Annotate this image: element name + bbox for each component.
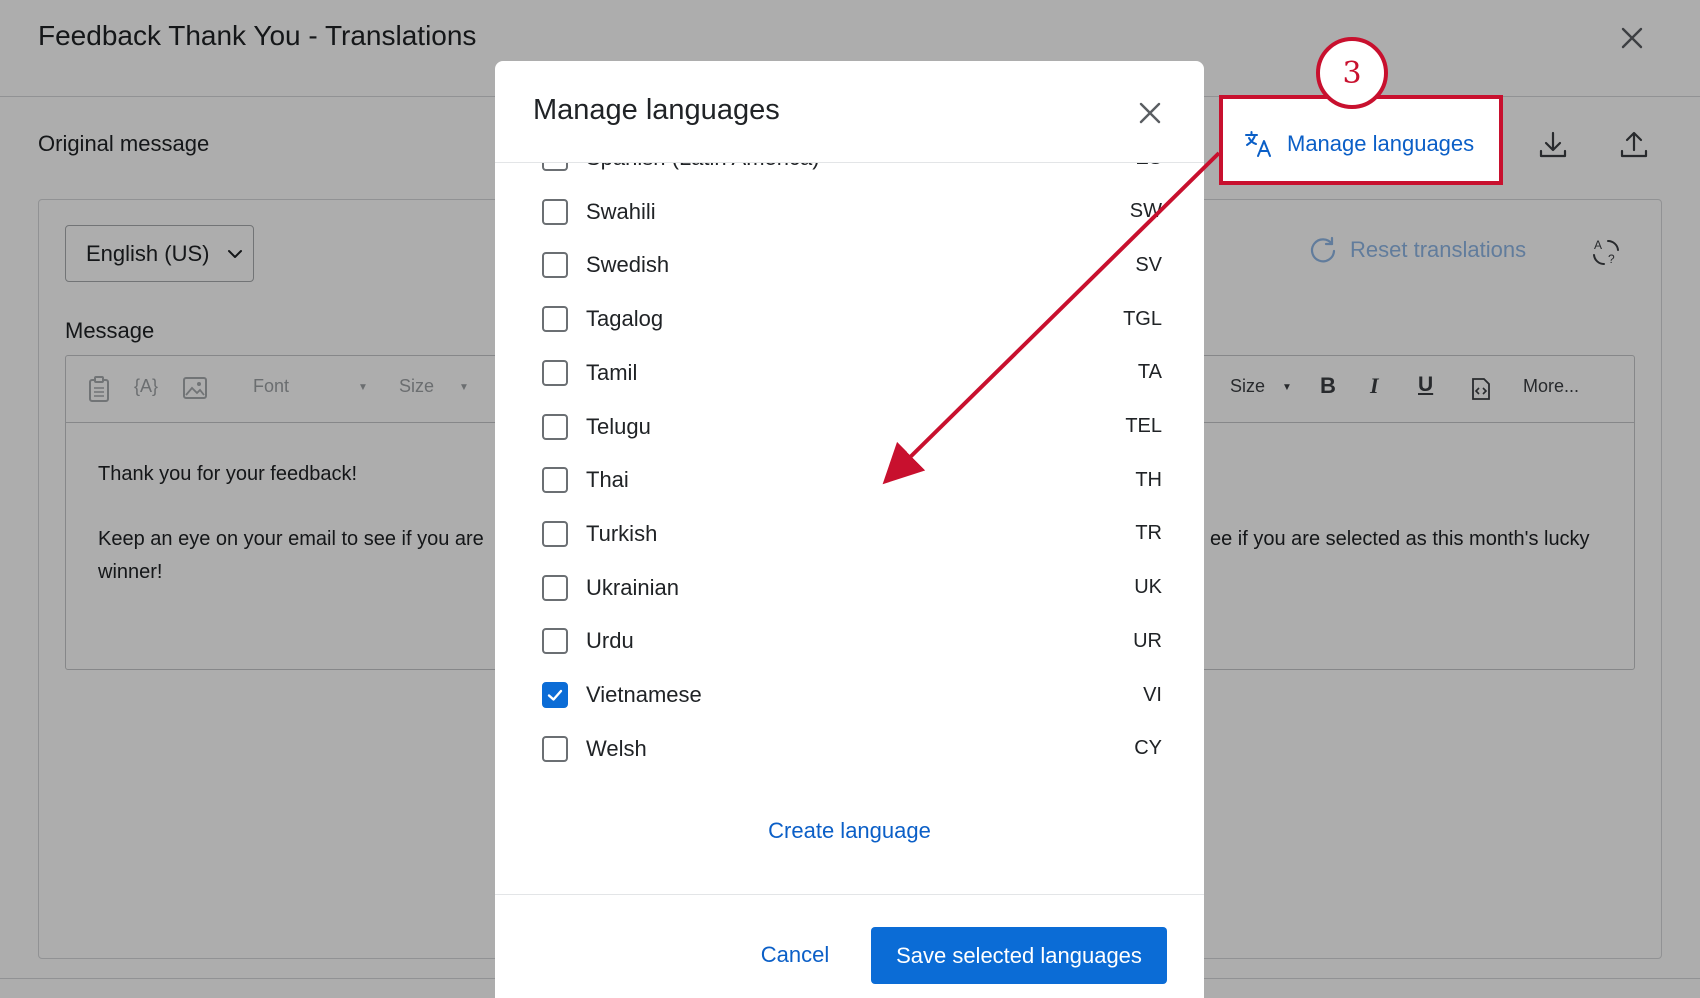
language-option[interactable]: Ukrainian UK [542,568,1162,608]
cancel-button[interactable]: Cancel [747,927,843,983]
manage-languages-modal: Manage languages Spanish (Latin America)… [495,61,1204,998]
annotation-step-badge: 3 [1316,37,1388,109]
language-option[interactable]: Spanish (Latin America)ES [542,163,1162,178]
language-name: Welsh [586,735,647,761]
checkbox[interactable] [542,574,568,601]
checkbox[interactable] [542,520,568,547]
checkbox-checked[interactable] [542,682,568,708]
language-code: UK [1134,576,1162,599]
language-name: Vietnamese [586,682,702,707]
language-name: Thai [586,467,629,493]
language-code: UR [1133,629,1162,652]
language-option[interactable]: Vietnamese VI [542,675,1162,715]
checkmark-icon [547,689,563,701]
language-name: Turkish [586,520,658,546]
language-option[interactable]: Tamil TA [542,353,1162,393]
checkbox[interactable] [542,306,568,333]
language-name: Spanish (Latin America) [586,163,1082,171]
modal-title: Manage languages [533,94,780,126]
checkbox[interactable] [542,359,568,386]
language-option[interactable]: Welsh CY [542,729,1162,769]
checkbox[interactable] [542,252,568,279]
checkbox[interactable] [542,163,568,171]
language-option[interactable]: Thai TH [542,460,1162,500]
language-code: TEL [1125,415,1162,437]
annotation-highlight-box [1219,95,1503,185]
language-option[interactable]: Tagalog TGL [542,299,1162,339]
checkbox[interactable] [542,628,568,655]
language-code: CY [1134,737,1162,760]
checkbox[interactable] [542,467,568,494]
language-code: TR [1135,522,1162,545]
language-name: Tamil [586,359,638,385]
language-code: VI [1143,683,1162,706]
language-name: Swedish [586,252,670,278]
language-option[interactable]: Swedish SV [542,245,1162,285]
checkbox[interactable] [542,735,568,762]
language-name: Telugu [586,413,651,439]
language-name: Swahili [586,198,656,224]
language-option[interactable]: Swahili SW [542,192,1162,232]
language-name: Urdu [586,628,634,654]
language-code: TH [1135,468,1162,491]
checkbox[interactable] [542,198,568,225]
close-icon[interactable] [1132,95,1168,131]
language-option[interactable]: Telugu TEL [542,407,1162,447]
create-language-link[interactable]: Create language [495,818,1204,844]
checkbox[interactable] [542,413,568,440]
language-code: TA [1137,361,1162,384]
language-code: ES [1082,163,1162,170]
language-name: Tagalog [586,306,664,332]
language-option[interactable]: Urdu UR [542,621,1162,661]
language-list[interactable]: Spanish (Latin America)ES Swahili SW Swedis… [495,163,1204,843]
language-code: SW [1129,200,1162,223]
language-code: TGL [1123,307,1162,330]
modal-divider [495,894,1204,895]
language-code: SV [1135,253,1162,276]
save-selected-languages-button[interactable]: Save selected languages [871,927,1167,984]
language-name: Ukrainian [586,574,679,600]
language-option[interactable]: Turkish TR [542,514,1162,554]
